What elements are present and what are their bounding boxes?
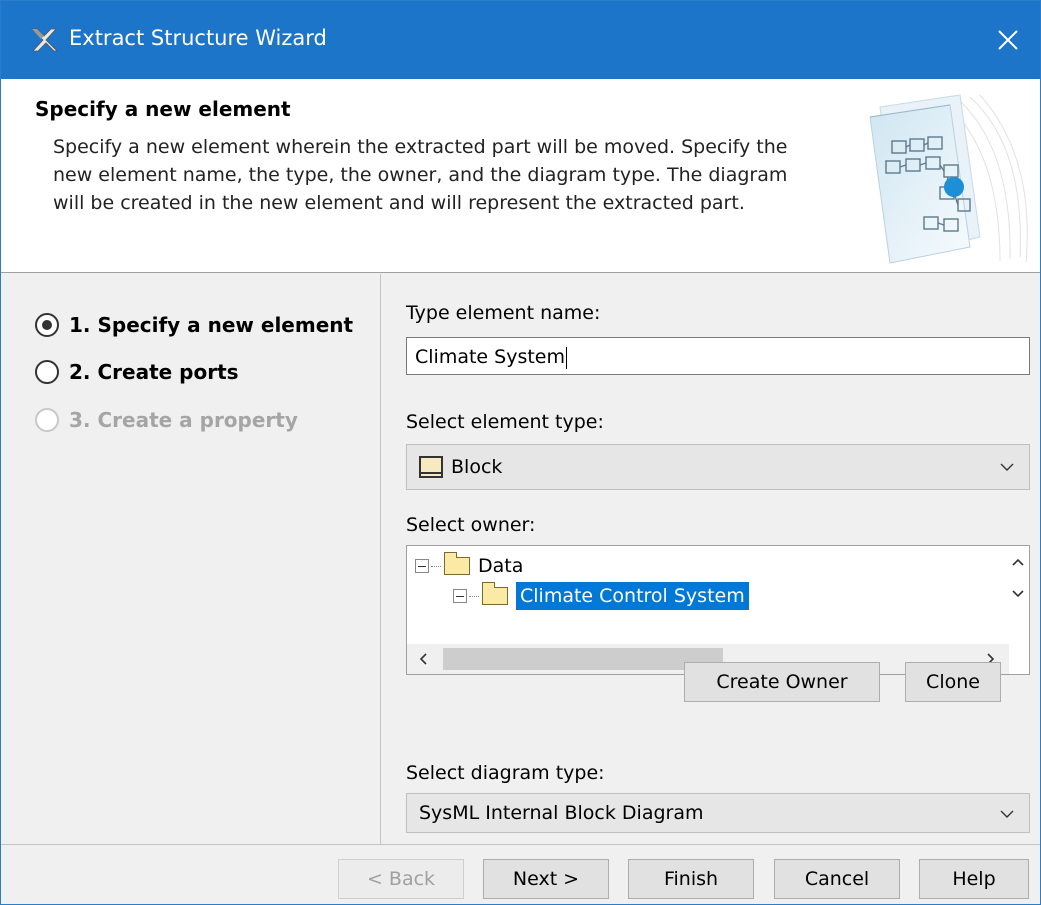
step-heading: Specify a new element: [35, 97, 291, 121]
element-name-label: Type element name:: [406, 302, 601, 324]
tree-connector: [469, 595, 479, 597]
tree-connector: [431, 565, 441, 567]
element-name-input[interactable]: Climate System: [406, 337, 1030, 375]
tree-vertical-scrollbar[interactable]: [1007, 546, 1029, 618]
back-button[interactable]: < Back: [338, 859, 464, 899]
owner-tree[interactable]: Data Climate Control System: [406, 545, 1030, 675]
radio-selected-icon: [35, 313, 59, 337]
text-caret: [566, 346, 568, 369]
wizard-dialog: Extract Structure Wizard Specify a new e…: [0, 0, 1041, 905]
window-title: Extract Structure Wizard: [69, 26, 327, 50]
button-bar: < Back Next > Finish Cancel Help: [1, 844, 1040, 904]
close-button[interactable]: [976, 1, 1040, 79]
chevron-down-icon: [1000, 810, 1014, 818]
next-button[interactable]: Next >: [483, 859, 609, 899]
diagram-type-select[interactable]: SysML Internal Block Diagram: [406, 793, 1030, 833]
close-icon: [998, 30, 1018, 50]
help-button[interactable]: Help: [919, 859, 1029, 899]
create-owner-button[interactable]: Create Owner: [684, 662, 880, 702]
tree-label-climate-control: Climate Control System: [516, 582, 749, 610]
title-bar: Extract Structure Wizard: [1, 1, 1040, 79]
radio-disabled-icon: [35, 408, 59, 432]
collapse-icon[interactable]: [453, 589, 467, 603]
element-name-value: Climate System: [415, 346, 566, 368]
step-1-label: 1. Specify a new element: [69, 313, 354, 337]
tree-label-data: Data: [478, 555, 524, 577]
step-2-label: 2. Create ports: [69, 360, 239, 384]
step-1-item[interactable]: 1. Specify a new element: [35, 310, 353, 340]
chevron-down-icon: [1000, 463, 1014, 471]
step-2-item[interactable]: 2. Create ports: [35, 357, 239, 387]
scroll-up-icon[interactable]: [1011, 556, 1025, 570]
clone-button[interactable]: Clone: [905, 662, 1001, 702]
diagram-type-label: Select diagram type:: [406, 762, 605, 784]
package-icon: [444, 552, 470, 575]
step-description: Specify a new element wherein the extrac…: [53, 136, 788, 214]
tree-row-climate-control[interactable]: Climate Control System: [453, 582, 749, 610]
step-3-label: 3. Create a property: [69, 408, 298, 432]
magic-draw-icon: [31, 28, 58, 52]
block-icon: [419, 456, 443, 478]
cancel-button[interactable]: Cancel: [774, 859, 900, 899]
package-icon: [482, 582, 508, 605]
steps-panel: 1. Specify a new element 2. Create ports…: [1, 274, 381, 844]
form-panel: Type element name: Climate System Select…: [382, 274, 1040, 844]
owner-label: Select owner:: [406, 514, 536, 536]
scroll-thumb[interactable]: [443, 648, 723, 670]
wizard-diagram-illustration: [869, 94, 1028, 264]
tree-row-data[interactable]: Data: [415, 552, 523, 580]
wizard-header: Specify a new element Specify a new elem…: [1, 79, 1040, 273]
element-type-label: Select element type:: [406, 411, 604, 433]
element-type-value: Block: [451, 456, 503, 478]
collapse-icon[interactable]: [415, 559, 429, 573]
diagram-type-value: SysML Internal Block Diagram: [419, 802, 704, 824]
scroll-left-icon[interactable]: [417, 652, 431, 666]
step-3-item: 3. Create a property: [35, 405, 298, 435]
finish-button[interactable]: Finish: [628, 859, 754, 899]
element-type-select[interactable]: Block: [406, 444, 1030, 490]
scroll-down-icon[interactable]: [1011, 586, 1025, 600]
radio-empty-icon: [35, 360, 59, 384]
